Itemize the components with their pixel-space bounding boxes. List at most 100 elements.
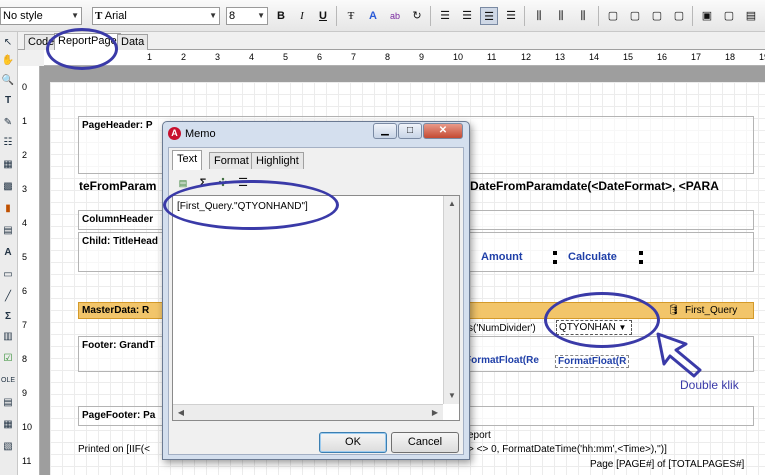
band-title: ColumnHeader: [82, 214, 154, 225]
font-combo-value: Arial: [104, 10, 127, 22]
table-icon[interactable]: ▦: [1, 158, 15, 172]
shape-icon[interactable]: ▭: [1, 268, 15, 282]
ruler-tick: 19: [759, 52, 765, 62]
rotate-text-icon[interactable]: ↻: [408, 7, 426, 25]
align-right-icon[interactable]: ☰: [480, 7, 498, 25]
align-top-icon[interactable]: ⫼: [530, 7, 548, 25]
align-bottom-icon[interactable]: ⫼: [574, 7, 592, 25]
report-label[interactable]: eport: [468, 430, 491, 441]
tab-data[interactable]: Data: [117, 34, 149, 50]
underline-button[interactable]: U: [314, 7, 332, 25]
ruler-tick: 12: [521, 52, 532, 62]
vertical-scrollbar[interactable]: ▲ ▼: [443, 196, 459, 404]
frame-none-icon[interactable]: ▢: [720, 7, 738, 25]
style-combo-value: No style: [3, 10, 43, 22]
frame-all-icon[interactable]: ▣: [698, 7, 716, 25]
amount-header[interactable]: Amount: [481, 251, 523, 263]
horizontal-scrollbar[interactable]: ◀ ▶: [173, 404, 443, 420]
band-icon[interactable]: ☷: [1, 136, 15, 150]
frame-style-icon[interactable]: ▤: [742, 7, 760, 25]
minimize-button[interactable]: ▁: [373, 123, 397, 139]
ruler-tick: 8: [385, 52, 391, 62]
align-left-icon[interactable]: ☰: [436, 7, 454, 25]
hand-icon[interactable]: ✋: [1, 54, 15, 68]
highlight-oval: [46, 28, 118, 70]
calculate-header[interactable]: Calculate: [568, 251, 617, 263]
align-middle-icon[interactable]: ⫼: [552, 7, 570, 25]
line-icon[interactable]: ╱: [1, 290, 15, 304]
app-logo-icon: A: [168, 127, 181, 140]
tab-text[interactable]: Text: [172, 150, 203, 170]
resize-handle[interactable]: [553, 260, 557, 264]
printed-on-field-right[interactable]: > <> 0, FormatDateTime('hh:mm',<Time>),'…: [468, 444, 667, 455]
frame-top-icon[interactable]: ▢: [604, 7, 622, 25]
ruler-tick: 11: [487, 52, 497, 62]
gradient-icon[interactable]: ▧: [1, 440, 15, 454]
tab-format[interactable]: Format: [209, 152, 254, 169]
scroll-right-icon[interactable]: ▶: [427, 405, 443, 421]
format-float-field[interactable]: FormatFloat(Re: [465, 355, 539, 366]
frame-left-icon[interactable]: ▢: [648, 7, 666, 25]
arrow-icon: [656, 332, 702, 378]
format-float-field[interactable]: FormatFloat(R: [555, 355, 630, 368]
num-divider-field[interactable]: s('NumDivider'): [468, 323, 536, 334]
format-painter-icon[interactable]: ✎: [1, 116, 15, 130]
select-arrow-icon[interactable]: ↖: [1, 36, 15, 50]
resize-handle[interactable]: [639, 251, 643, 255]
band-title: Child: TitleHead: [82, 236, 158, 247]
tab-highlight[interactable]: Highlight: [251, 152, 304, 169]
cancel-button[interactable]: Cancel: [391, 432, 459, 453]
highlight-icon[interactable]: ab: [386, 7, 404, 25]
date-from-param-left[interactable]: teFromParam: [79, 179, 156, 193]
frame-bottom-icon[interactable]: ▢: [626, 7, 644, 25]
resize-handle[interactable]: [553, 251, 557, 255]
ruler-tick: 11: [22, 456, 32, 466]
scroll-left-icon[interactable]: ◀: [173, 405, 189, 421]
zoom-icon[interactable]: 🔍: [1, 74, 15, 88]
size-combo[interactable]: 8 ▼: [226, 7, 268, 25]
close-button[interactable]: ✕: [423, 123, 463, 139]
memo-text-area[interactable]: [First_Query."QTYONHAND"] ▲ ▼ ◀ ▶: [172, 195, 460, 421]
text-tool-icon[interactable]: T: [1, 94, 15, 108]
scroll-down-icon[interactable]: ▼: [444, 388, 460, 404]
highlight-oval: [544, 292, 660, 348]
resize-handle[interactable]: [639, 260, 643, 264]
font-color-icon[interactable]: A: [364, 7, 382, 25]
ok-button[interactable]: OK: [319, 432, 387, 453]
picture-icon[interactable]: ▩: [1, 180, 15, 194]
crosstab-icon[interactable]: ▦: [1, 418, 15, 432]
ruler-tick: 5: [283, 52, 289, 62]
align-center-icon[interactable]: ☰: [458, 7, 476, 25]
ruler-tick: 13: [555, 52, 566, 62]
subreport-icon[interactable]: ▤: [1, 224, 15, 238]
bold-button[interactable]: B: [272, 7, 290, 25]
annotation-label: Double klik: [680, 378, 739, 392]
maximize-button[interactable]: □: [398, 123, 422, 139]
chevron-down-icon: ▼: [257, 11, 265, 20]
scroll-up-icon[interactable]: ▲: [444, 196, 460, 212]
dataset-name[interactable]: First_Query: [685, 305, 737, 316]
page-number-field[interactable]: Page [PAGE#] of [TOTALPAGES#]: [590, 459, 744, 470]
ole-icon[interactable]: OLE: [1, 374, 15, 388]
font-combo[interactable]: T Arial ▼: [92, 7, 220, 25]
ruler-tick: 18: [725, 52, 736, 62]
date-from-param-right[interactable]: DateFromParamdate(<DateFormat>, <PARA: [470, 179, 719, 193]
ruler-tick: 9: [419, 52, 425, 62]
toolbar-divider: [336, 6, 337, 26]
style-combo[interactable]: No style ▼: [0, 7, 82, 25]
checkbox-icon[interactable]: ☑: [1, 352, 15, 366]
sum-icon[interactable]: Σ: [1, 310, 15, 324]
frame-right-icon[interactable]: ▢: [670, 7, 688, 25]
memo-tool-icon[interactable]: A: [1, 246, 15, 260]
chart-icon[interactable]: ▮: [1, 202, 15, 216]
printed-on-field[interactable]: Printed on [IIF(<: [78, 444, 150, 455]
designer-tabs: Code ReportPage Data: [18, 32, 765, 51]
font-settings-icon[interactable]: Ŧ: [342, 7, 360, 25]
richtext-icon[interactable]: ▤: [1, 396, 15, 410]
barcode-icon[interactable]: ▥: [1, 330, 15, 344]
band-title: MasterData: R: [82, 305, 150, 316]
band-title: Footer: GrandT: [82, 340, 155, 351]
align-justify-icon[interactable]: ☰: [502, 7, 520, 25]
italic-button[interactable]: I: [293, 7, 311, 25]
ruler-tick: 7: [351, 52, 357, 62]
